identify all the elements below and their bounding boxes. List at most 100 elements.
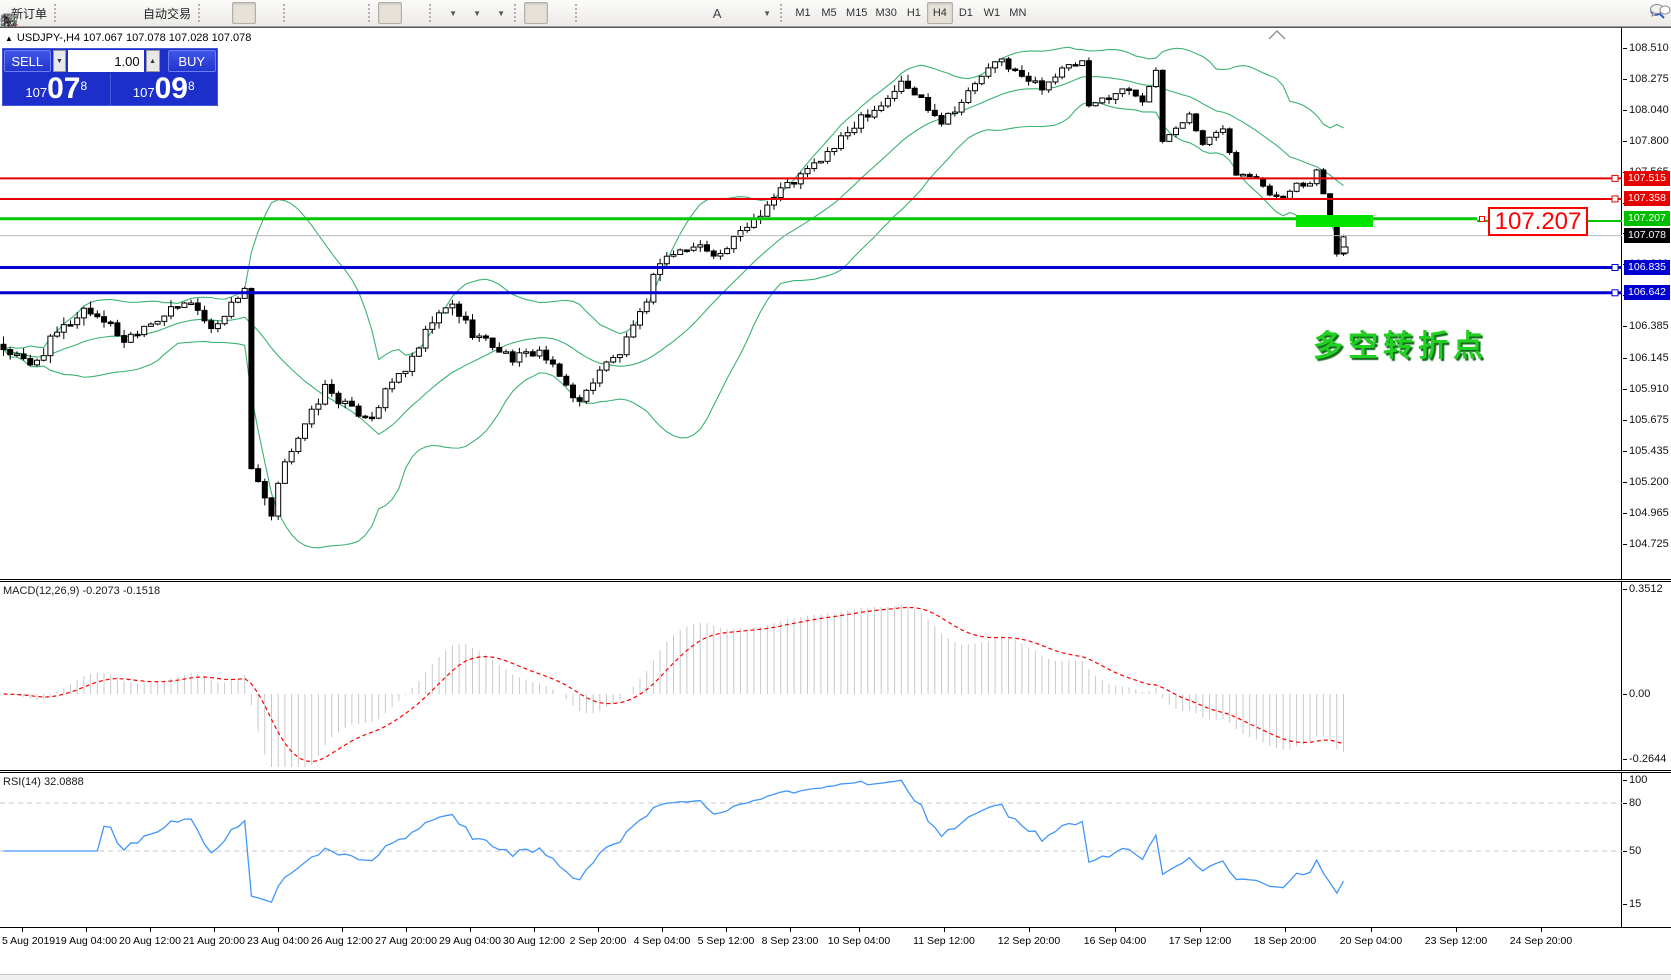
window-bottom-strip (0, 974, 1671, 980)
axis-tick (1623, 544, 1627, 545)
time-axis-tick (1285, 928, 1286, 932)
chart-plot-area[interactable] (0, 28, 1622, 953)
line-chart-button[interactable] (256, 2, 280, 24)
time-axis-tick (342, 928, 343, 932)
timeframe-m5-button[interactable]: M5 (816, 2, 842, 24)
time-axis-label: 5 Sep 12:00 (698, 935, 755, 947)
price-tick-label: 104.965 (1629, 507, 1669, 519)
time-axis-label: 19 Aug 04:00 (55, 935, 117, 947)
signals-button[interactable] (112, 2, 136, 24)
buy-price-pips: 09 (155, 75, 188, 103)
price-tick-label: 105.435 (1629, 445, 1669, 457)
timeframe-m30-button[interactable]: M30 (871, 2, 900, 24)
price-tick-label: 106.145 (1629, 352, 1669, 364)
arrows-tool-button[interactable]: ▼ (753, 2, 777, 24)
time-axis-label: 12 Sep 20:00 (998, 935, 1060, 947)
cursor-tool-button[interactable] (524, 2, 548, 24)
macd-tick-label: 0.3512 (1629, 583, 1663, 595)
crosshair-tool-button[interactable] (548, 2, 572, 24)
time-axis-label: 21 Aug 20:00 (183, 935, 245, 947)
zoom-out-button[interactable] (317, 2, 341, 24)
main-toolbar: 新订单 自动交易 (0, 0, 1671, 27)
fibonacci-tool-button[interactable]: F (681, 2, 705, 24)
sell-button[interactable]: SELL (4, 50, 51, 72)
time-axis-label: 2 Sep 20:00 (570, 935, 627, 947)
one-click-trading-panel: SELL ▼ 1.00 ▲ BUY 107078 107098 (2, 48, 218, 106)
turning-point-annotation[interactable]: 多空转折点 (1313, 321, 1488, 365)
rsi-tick-label: 100 (1629, 774, 1647, 786)
time-axis-label: 26 Aug 12:00 (311, 935, 373, 947)
auto-scroll-button[interactable] (378, 2, 402, 24)
time-axis[interactable]: 5 Aug 201919 Aug 04:0020 Aug 12:0021 Aug… (0, 928, 1671, 953)
toolbar-grip (368, 4, 373, 22)
periods-button[interactable]: ▼ (463, 2, 487, 24)
axis-tick (1623, 589, 1627, 590)
toolbar-grip (283, 4, 288, 22)
symbol-quote-text: USDJPY-,H4 107.067 107.078 107.028 107.0… (17, 32, 251, 44)
timeframe-d1-button[interactable]: D1 (953, 2, 979, 24)
sell-price-handle: 107 (25, 83, 47, 103)
time-axis-label: 24 Sep 20:00 (1510, 935, 1572, 947)
time-axis-tick (150, 928, 151, 932)
horizontal-line-tool-button[interactable] (609, 2, 633, 24)
history-button[interactable] (64, 2, 88, 24)
time-axis-tick (22, 928, 23, 932)
panel-separator[interactable] (0, 770, 1671, 773)
time-axis-tick (1371, 928, 1372, 932)
axis-tick (1623, 451, 1627, 452)
macd-canvas[interactable] (0, 582, 1622, 770)
autotrading-button[interactable]: 自动交易 (136, 2, 195, 24)
price-chart-canvas[interactable] (0, 29, 1622, 579)
trendline-tool-button[interactable] (633, 2, 657, 24)
price-tick-label: 104.725 (1629, 538, 1669, 550)
time-axis-label: 4 Sep 04:00 (634, 935, 691, 947)
channel-tool-button[interactable]: E (657, 2, 681, 24)
rsi-tick-label: 50 (1629, 845, 1641, 857)
timeframe-m15-button[interactable]: M15 (842, 2, 871, 24)
volume-down-button[interactable]: ▼ (53, 50, 67, 72)
buy-price-display[interactable]: 107098 (111, 73, 218, 105)
price-axis[interactable]: 108.510108.275108.040107.800107.565107.3… (1623, 28, 1671, 953)
text-tool-button[interactable]: A (705, 2, 729, 24)
price-tag: 107.515 (1624, 171, 1670, 186)
macd-indicator-label: MACD(12,26,9) -0.2073 -0.1518 (3, 585, 160, 597)
templates-button[interactable]: ▼ (487, 2, 511, 24)
toolbar-grip (429, 4, 434, 22)
time-axis-label: 8 Sep 23:00 (762, 935, 819, 947)
timeframe-mn-button[interactable]: MN (1005, 2, 1031, 24)
candlestick-button[interactable] (232, 2, 256, 24)
time-axis-tick (406, 928, 407, 932)
price-box-connector (1588, 220, 1622, 222)
time-axis-label: 17 Sep 12:00 (1169, 935, 1231, 947)
volume-up-button[interactable]: ▲ (146, 50, 160, 72)
price-tag: 106.835 (1624, 260, 1670, 275)
axis-tick (1623, 326, 1627, 327)
axis-tick (1623, 358, 1627, 359)
bar-chart-button[interactable] (208, 2, 232, 24)
collapse-triangle-icon[interactable]: ▲ (5, 34, 13, 43)
community-button[interactable] (88, 2, 112, 24)
axis-tick (1623, 759, 1627, 760)
axis-tick (1623, 389, 1627, 390)
axis-tick (1623, 851, 1627, 852)
timeframe-h4-button[interactable]: H4 (927, 2, 953, 24)
price-tick-label: 107.800 (1629, 135, 1669, 147)
tile-windows-button[interactable] (341, 2, 365, 24)
time-axis-tick (214, 928, 215, 932)
rsi-canvas[interactable] (0, 773, 1622, 927)
timeframe-h1-button[interactable]: H1 (901, 2, 927, 24)
timeframe-m1-button[interactable]: M1 (790, 2, 816, 24)
timeframe-w1-button[interactable]: W1 (979, 2, 1005, 24)
indicators-button[interactable]: ▼ (439, 2, 463, 24)
chart-shift-button[interactable] (402, 2, 426, 24)
autotrading-label: 自动交易 (143, 5, 191, 22)
rsi-tick-label: 80 (1629, 797, 1641, 809)
vertical-line-tool-button[interactable] (585, 2, 609, 24)
label-tool-button[interactable]: T (729, 2, 753, 24)
price-level-box[interactable]: 107.207 (1488, 207, 1588, 236)
sell-price-display[interactable]: 107078 (3, 73, 110, 105)
sell-price-pips: 07 (47, 75, 80, 103)
panel-separator[interactable] (0, 579, 1671, 582)
line-handle[interactable] (1479, 216, 1485, 222)
zoom-in-button[interactable] (293, 2, 317, 24)
